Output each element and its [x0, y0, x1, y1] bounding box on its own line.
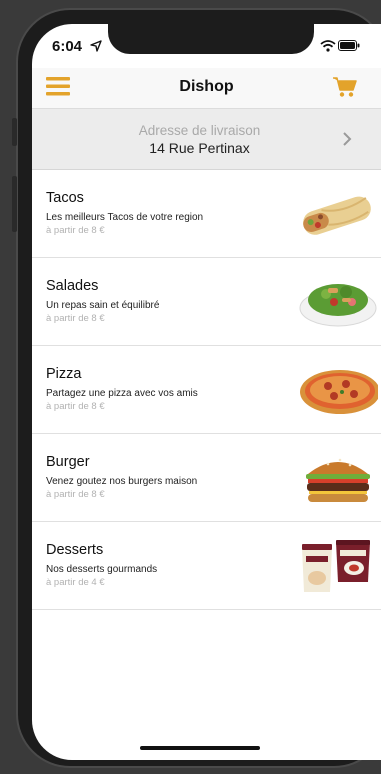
navigation-bar: Dishop — [32, 68, 381, 108]
category-row-salades[interactable]: Salades Un repas sain et équilibré à par… — [32, 258, 381, 346]
location-arrow-icon — [90, 40, 102, 52]
category-title: Tacos — [46, 190, 84, 206]
category-row-pizza[interactable]: Pizza Partagez une pizza avec vos amis à… — [32, 346, 381, 434]
category-price: à partir de 8 € — [46, 489, 105, 500]
status-bar: 6:04 — [32, 24, 381, 68]
category-price: à partir de 8 € — [46, 313, 105, 324]
home-indicator[interactable] — [140, 746, 260, 750]
category-title: Salades — [46, 278, 99, 294]
volume-up-button — [12, 176, 17, 232]
category-row-burger[interactable]: Burger Venez goutez nos burgers maison à… — [32, 434, 381, 522]
app-screen: 6:04 Dishop Adresse de livraison 14 Rue … — [32, 24, 381, 760]
category-description: Partagez une pizza avec vos amis — [46, 388, 198, 399]
category-title: Desserts — [46, 542, 104, 558]
category-row-tacos[interactable]: Tacos Les meilleurs Tacos de votre regio… — [32, 170, 381, 258]
status-time: 6:04 — [52, 38, 83, 55]
category-row-desserts[interactable]: Desserts Nos desserts gourmands à partir… — [32, 522, 381, 610]
wifi-icon — [320, 40, 336, 52]
battery-icon — [338, 40, 360, 51]
category-list: Tacos Les meilleurs Tacos de votre regio… — [32, 170, 381, 610]
category-price: à partir de 4 € — [46, 577, 105, 588]
shopping-cart-icon[interactable] — [332, 76, 358, 98]
category-description: Les meilleurs Tacos de votre region — [46, 212, 204, 223]
delivery-address-value: 14 Rue Pertinax — [149, 140, 250, 156]
category-price: à partir de 8 € — [46, 401, 105, 412]
category-title: Pizza — [46, 366, 82, 382]
notch — [108, 24, 314, 54]
delivery-address-selector[interactable]: Adresse de livraison 14 Rue Pertinax — [32, 108, 381, 170]
burger-image — [306, 458, 370, 502]
category-description: Un repas sain et équilibré — [46, 300, 160, 311]
delivery-address-label: Adresse de livraison — [138, 123, 261, 138]
category-price: à partir de 8 € — [46, 225, 105, 236]
mute-switch — [12, 118, 17, 146]
salad-image — [299, 284, 377, 327]
chevron-right-icon — [343, 132, 352, 146]
desserts-image — [302, 540, 370, 592]
category-description: Nos desserts gourmands — [46, 564, 158, 575]
page-title: Dishop — [179, 78, 234, 95]
category-description: Venez goutez nos burgers maison — [46, 476, 198, 487]
category-title: Burger — [46, 454, 90, 470]
pizza-image — [300, 370, 378, 414]
tacos-image — [303, 196, 371, 235]
